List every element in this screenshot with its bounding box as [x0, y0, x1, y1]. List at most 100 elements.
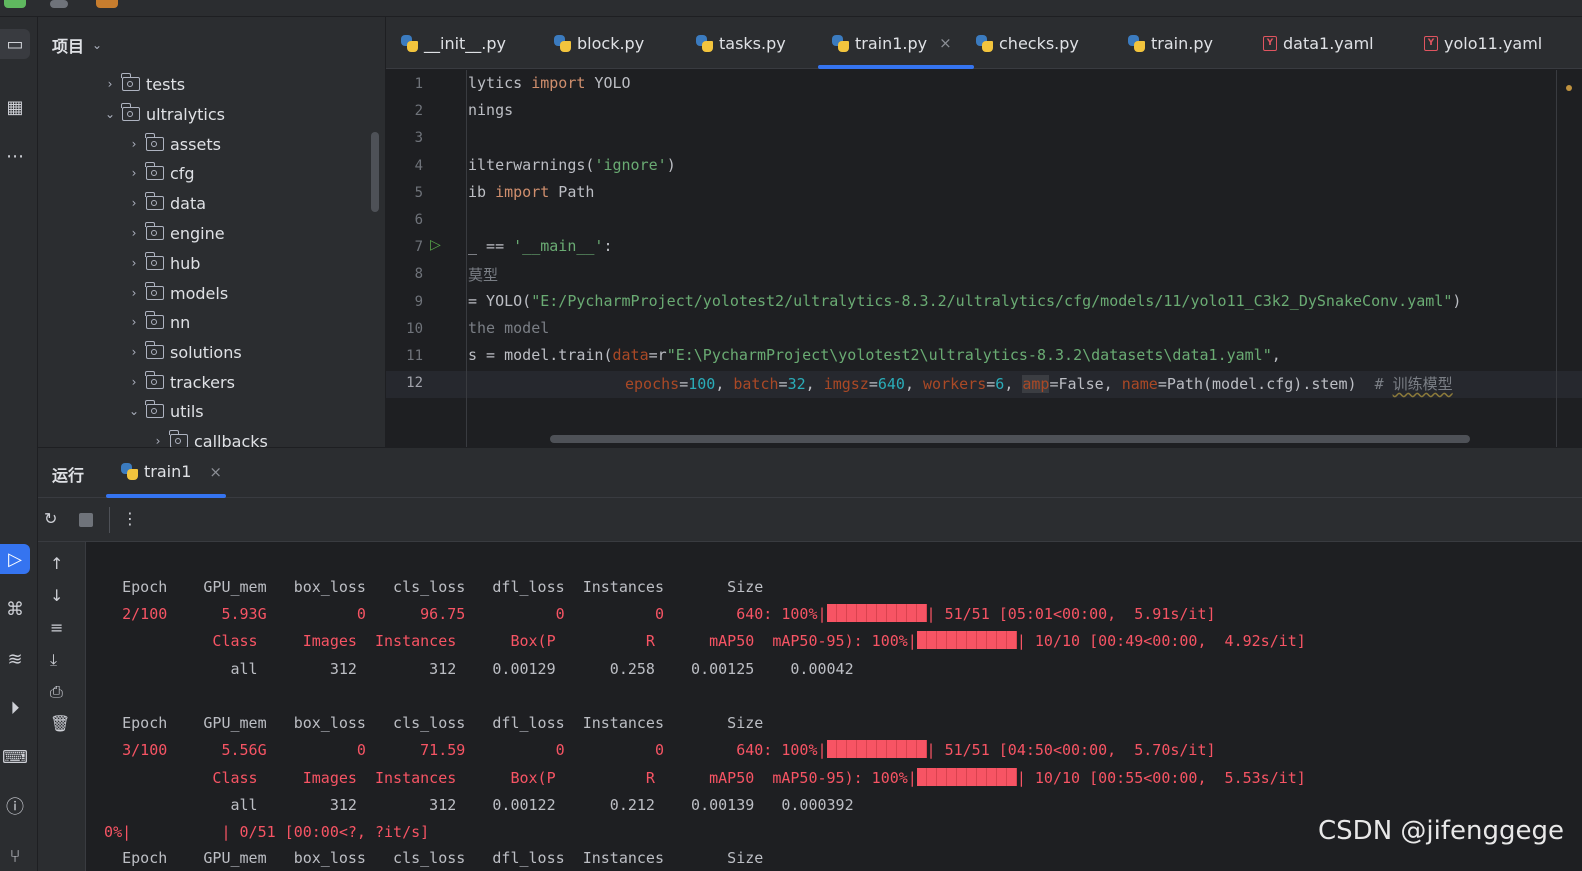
- chevron-right-icon[interactable]: ›: [122, 137, 146, 151]
- more-options-icon[interactable]: ⋮: [122, 509, 138, 528]
- tree-item-nn[interactable]: › nn: [122, 307, 190, 337]
- progress-bar: [826, 740, 927, 758]
- python-file-icon: [401, 34, 418, 52]
- tab-tasks-py[interactable]: tasks.py: [696, 17, 786, 69]
- chevron-right-icon[interactable]: ›: [122, 286, 146, 300]
- tab-init-py[interactable]: __init__.py: [401, 17, 506, 69]
- line-number: 8: [414, 266, 423, 282]
- code-line-11[interactable]: s = model.train(data=r"E:\PycharmProject…: [468, 346, 1281, 364]
- tree-item-hub[interactable]: › hub: [122, 248, 200, 278]
- layers-icon[interactable]: ≋: [0, 644, 30, 674]
- tree-item-models[interactable]: › models: [122, 278, 228, 308]
- run-tool-icon[interactable]: ▷: [0, 544, 30, 574]
- code-line-4[interactable]: ilterwarnings('ignore'): [468, 156, 676, 174]
- trash-icon[interactable]: 🗑: [50, 714, 70, 733]
- run-gutter-play-icon[interactable]: ▷: [430, 237, 441, 253]
- project-tool-folder-icon[interactable]: ▭: [0, 29, 30, 59]
- tree-item-trackers[interactable]: › trackers: [122, 367, 235, 397]
- project-badge-icon[interactable]: [96, 0, 118, 8]
- line-number: 5: [414, 185, 423, 201]
- chevron-down-icon[interactable]: ⌄: [98, 107, 122, 121]
- project-scrollbar[interactable]: [371, 132, 379, 212]
- close-icon[interactable]: ×: [939, 34, 952, 52]
- project-panel-header[interactable]: 项目 ⌄: [52, 33, 102, 57]
- package-folder-icon: [121, 73, 140, 91]
- close-icon[interactable]: ×: [209, 463, 222, 481]
- code-line-2[interactable]: nings: [468, 101, 513, 119]
- python-console-icon[interactable]: ⌘: [0, 594, 30, 624]
- tree-item-label: nn: [170, 312, 191, 332]
- tab-label: block.py: [577, 33, 645, 53]
- tab-train1-py[interactable]: train1.py ×: [818, 17, 974, 69]
- rerun-icon[interactable]: ↻: [44, 509, 57, 528]
- tree-item-tests[interactable]: › tests: [98, 69, 185, 99]
- tree-item-cfg[interactable]: › cfg: [122, 158, 195, 188]
- chevron-right-icon[interactable]: ›: [122, 226, 146, 240]
- tree-item-callbacks[interactable]: › callbacks: [146, 426, 268, 447]
- progress-bar: [916, 768, 1017, 786]
- app-logo-icon: [4, 0, 26, 8]
- tree-item-data[interactable]: › data: [122, 188, 206, 218]
- structure-tool-icon[interactable]: ▦: [0, 92, 30, 122]
- tab-yolo11-yaml[interactable]: Yyolo11.yaml: [1424, 17, 1542, 69]
- tab-label: train.py: [1151, 33, 1213, 53]
- console-val-line: Class Images Instances Box(P R mAP50 mAP…: [86, 631, 1306, 650]
- chevron-right-icon[interactable]: ›: [122, 196, 146, 210]
- more-tools-icon[interactable]: ⋯: [0, 141, 30, 171]
- tree-item-utils[interactable]: ⌄ utils: [122, 396, 204, 426]
- scroll-up-icon[interactable]: ↑: [50, 554, 63, 573]
- chevron-right-icon[interactable]: ›: [122, 375, 146, 389]
- stop-icon[interactable]: [79, 513, 93, 527]
- chevron-right-icon[interactable]: ›: [122, 315, 146, 329]
- tab-block-py[interactable]: block.py: [554, 17, 644, 69]
- chevron-down-icon[interactable]: ⌄: [92, 38, 102, 52]
- chevron-right-icon[interactable]: ›: [146, 434, 170, 447]
- toolbar-separator: [109, 507, 110, 533]
- inspection-marker-icon[interactable]: [1566, 85, 1572, 91]
- services-icon[interactable]: ⏵: [0, 693, 30, 723]
- yaml-file-icon: Y: [1263, 35, 1277, 51]
- scroll-down-icon[interactable]: ↓: [50, 586, 63, 605]
- tree-item-label: solutions: [170, 342, 242, 362]
- package-folder-icon: [145, 341, 164, 359]
- package-folder-icon: [145, 192, 164, 210]
- tab-checks-py[interactable]: checks.py: [976, 17, 1079, 69]
- tree-item-solutions[interactable]: › solutions: [122, 337, 242, 367]
- python-file-icon: [554, 34, 571, 52]
- problems-icon[interactable]: ⓘ: [0, 791, 30, 821]
- tab-run-train1[interactable]: train1 ×: [121, 462, 222, 481]
- terminal-icon[interactable]: ⌨: [0, 742, 30, 772]
- code-line-12[interactable]: epochs=100, batch=32, imgsz=640, workers…: [625, 373, 1453, 394]
- chevron-right-icon[interactable]: ›: [122, 345, 146, 359]
- tab-label: data1.yaml: [1283, 33, 1374, 53]
- code-line-10[interactable]: the model: [468, 319, 549, 337]
- editor-horizontal-scrollbar[interactable]: [550, 435, 1470, 443]
- tab-data1-yaml[interactable]: Ydata1.yaml: [1263, 17, 1374, 69]
- code-line-9[interactable]: = YOLO("E:/PycharmProject/yolotest2/ultr…: [468, 292, 1461, 310]
- console-header-line: Epoch GPU_mem box_loss cls_loss dfl_loss…: [86, 849, 764, 867]
- main-menu-icon[interactable]: [50, 0, 68, 8]
- python-file-icon: [832, 34, 849, 52]
- print-icon[interactable]: ⎙: [50, 682, 63, 702]
- code-line-5[interactable]: ib import Path: [468, 183, 594, 201]
- git-icon[interactable]: ⑂: [0, 841, 30, 871]
- chevron-right-icon[interactable]: ›: [122, 256, 146, 270]
- tree-item-engine[interactable]: › engine: [122, 218, 225, 248]
- package-folder-icon: [121, 103, 140, 121]
- python-file-icon: [1128, 34, 1145, 52]
- soft-wrap-icon[interactable]: ≡: [50, 618, 63, 637]
- chevron-right-icon[interactable]: ›: [98, 77, 122, 91]
- chevron-down-icon[interactable]: ⌄: [122, 404, 146, 418]
- code-line-8[interactable]: 莫型: [468, 264, 498, 285]
- window-title-bar: [0, 0, 1582, 17]
- tree-item-ultralytics[interactable]: ⌄ ultralytics: [98, 99, 225, 129]
- code-line-1[interactable]: lytics import YOLO: [468, 74, 631, 92]
- code-line-7[interactable]: _ == '__main__':: [468, 237, 613, 255]
- tree-item-assets[interactable]: › assets: [122, 129, 221, 159]
- line-number-gutter: 1 2 3 4 5 6 7 ▷ 8 9 10 11 12: [386, 70, 466, 447]
- tab-train-py[interactable]: train.py: [1128, 17, 1213, 69]
- scroll-to-end-icon[interactable]: ⤓: [50, 650, 57, 670]
- console-progress-line: 0%| | 0/51 [00:00<?, ?it/s]: [86, 823, 430, 841]
- tab-label: tasks.py: [719, 33, 786, 53]
- chevron-right-icon[interactable]: ›: [122, 166, 146, 180]
